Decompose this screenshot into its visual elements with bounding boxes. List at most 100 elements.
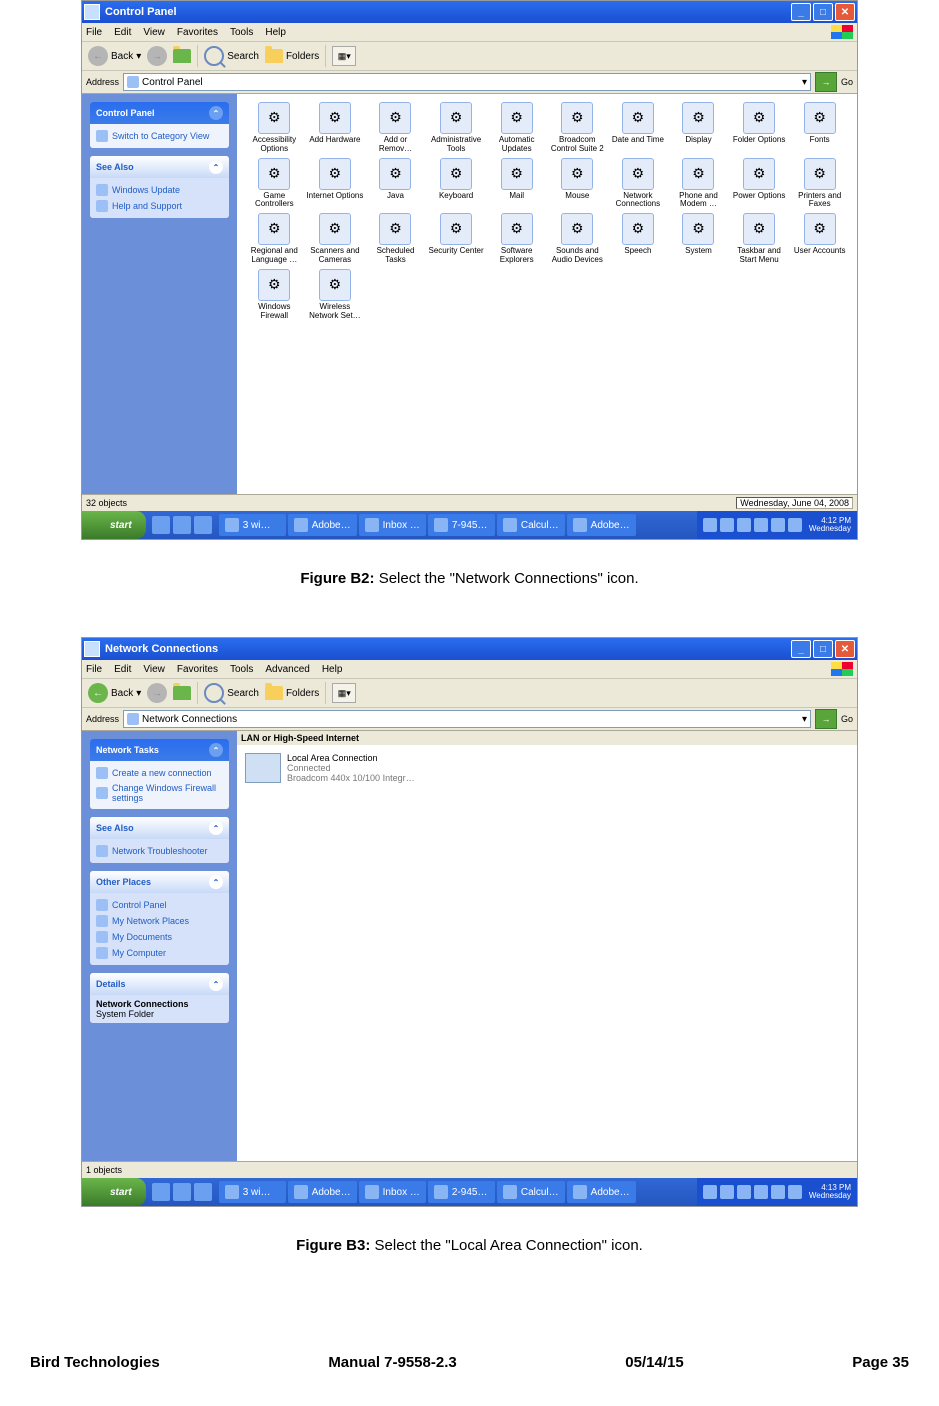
quicklaunch-icon[interactable] xyxy=(173,1183,191,1201)
quicklaunch-icon[interactable] xyxy=(173,516,191,534)
cpl-item[interactable]: ⚙Internet Options xyxy=(306,158,365,210)
address-input[interactable]: Control Panel▾ xyxy=(123,73,811,91)
taskbar-task[interactable]: Calcul… xyxy=(497,514,565,536)
cpl-item[interactable]: ⚙Mail xyxy=(487,158,546,210)
cpl-item[interactable]: ⚙Printers and Faxes xyxy=(790,158,849,210)
menu-help[interactable]: Help xyxy=(265,27,286,38)
menu-edit[interactable]: Edit xyxy=(114,664,131,675)
tray-icon[interactable] xyxy=(788,518,802,532)
folders-button[interactable]: Folders xyxy=(265,686,319,700)
tray-icon[interactable] xyxy=(754,518,768,532)
clock[interactable]: 4:12 PMWednesday xyxy=(809,517,851,533)
search-button[interactable]: Search xyxy=(204,46,259,66)
menu-advanced[interactable]: Advanced xyxy=(265,664,309,675)
up-button[interactable] xyxy=(173,686,191,700)
cpl-item[interactable]: ⚙System xyxy=(669,213,728,265)
quicklaunch-icon[interactable] xyxy=(194,516,212,534)
cpl-item[interactable]: ⚙Add or Remov… xyxy=(366,102,425,154)
back-button[interactable]: ←Back ▾ xyxy=(88,683,141,703)
collapse-icon[interactable]: ⌃ xyxy=(209,875,223,889)
forward-button[interactable]: → xyxy=(147,46,167,66)
tray-icon[interactable] xyxy=(703,518,717,532)
cpl-item[interactable]: ⚙Folder Options xyxy=(730,102,789,154)
cpl-item[interactable]: ⚙Fonts xyxy=(790,102,849,154)
clock[interactable]: 4:13 PMWednesday xyxy=(809,1184,851,1200)
link-create-connection[interactable]: Create a new connection xyxy=(96,765,223,781)
cpl-item[interactable]: ⚙Broadcom Control Suite 2 xyxy=(548,102,607,154)
cpl-item[interactable]: ⚙Keyboard xyxy=(427,158,486,210)
collapse-icon[interactable]: ⌃ xyxy=(209,977,223,991)
cpl-item[interactable]: ⚙Regional and Language … xyxy=(245,213,304,265)
start-button[interactable]: start xyxy=(82,511,146,539)
taskbar-task[interactable]: 3 wi… xyxy=(219,514,286,536)
cpl-item[interactable]: ⚙Game Controllers xyxy=(245,158,304,210)
forward-button[interactable]: → xyxy=(147,683,167,703)
titlebar[interactable]: Network Connections _ □ ✕ xyxy=(82,638,857,660)
cpl-item[interactable]: ⚙Windows Firewall xyxy=(245,269,304,321)
menu-help[interactable]: Help xyxy=(322,664,343,675)
tray-icon[interactable] xyxy=(771,1185,785,1199)
tray-icon[interactable] xyxy=(737,1185,751,1199)
link-switch-view[interactable]: Switch to Category View xyxy=(96,128,223,144)
taskbar-task[interactable]: 2-945… xyxy=(428,1181,495,1203)
address-input[interactable]: Network Connections▾ xyxy=(123,710,811,728)
taskbar-task[interactable]: 3 wi… xyxy=(219,1181,286,1203)
cpl-item[interactable]: ⚙Speech xyxy=(609,213,668,265)
cpl-item[interactable]: ⚙Java xyxy=(366,158,425,210)
link-control-panel[interactable]: Control Panel xyxy=(96,897,223,913)
menu-edit[interactable]: Edit xyxy=(114,27,131,38)
link-network-places[interactable]: My Network Places xyxy=(96,913,223,929)
cpl-item[interactable]: ⚙Date and Time xyxy=(609,102,668,154)
link-my-computer[interactable]: My Computer xyxy=(96,945,223,961)
cpl-item[interactable]: ⚙Phone and Modem … xyxy=(669,158,728,210)
cpl-item[interactable]: ⚙Automatic Updates xyxy=(487,102,546,154)
tray-icon[interactable] xyxy=(720,1185,734,1199)
close-button[interactable]: ✕ xyxy=(835,3,855,21)
cpl-item[interactable]: ⚙Security Center xyxy=(427,213,486,265)
maximize-button[interactable]: □ xyxy=(813,640,833,658)
tray-icon[interactable] xyxy=(788,1185,802,1199)
taskbar-task[interactable]: Adobe… xyxy=(567,514,636,536)
close-button[interactable]: ✕ xyxy=(835,640,855,658)
menu-favorites[interactable]: Favorites xyxy=(177,664,218,675)
link-troubleshooter[interactable]: Network Troubleshooter xyxy=(96,843,223,859)
cpl-item[interactable]: ⚙User Accounts xyxy=(790,213,849,265)
taskbar-task[interactable]: Adobe… xyxy=(288,514,357,536)
taskbar-task[interactable]: Adobe… xyxy=(567,1181,636,1203)
views-button[interactable]: ▦▾ xyxy=(332,683,356,703)
titlebar[interactable]: Control Panel _ □ ✕ xyxy=(82,1,857,23)
cpl-item[interactable]: ⚙Power Options xyxy=(730,158,789,210)
cpl-item[interactable]: ⚙Administrative Tools xyxy=(427,102,486,154)
tray-icon[interactable] xyxy=(703,1185,717,1199)
menu-favorites[interactable]: Favorites xyxy=(177,27,218,38)
collapse-icon[interactable]: ⌃ xyxy=(209,743,223,757)
start-button[interactable]: start xyxy=(82,1178,146,1206)
cpl-item[interactable]: ⚙Scheduled Tasks xyxy=(366,213,425,265)
cpl-item[interactable]: ⚙Accessibility Options xyxy=(245,102,304,154)
collapse-icon[interactable]: ⌃ xyxy=(209,160,223,174)
cpl-item[interactable]: ⚙Display xyxy=(669,102,728,154)
collapse-icon[interactable]: ⌃ xyxy=(209,821,223,835)
search-button[interactable]: Search xyxy=(204,683,259,703)
tray-icon[interactable] xyxy=(754,1185,768,1199)
cpl-item[interactable]: ⚙Taskbar and Start Menu xyxy=(730,213,789,265)
tray-icon[interactable] xyxy=(771,518,785,532)
cpl-item[interactable]: ⚙Scanners and Cameras xyxy=(306,213,365,265)
minimize-button[interactable]: _ xyxy=(791,640,811,658)
folders-button[interactable]: Folders xyxy=(265,49,319,63)
menu-tools[interactable]: Tools xyxy=(230,664,253,675)
menu-file[interactable]: File xyxy=(86,664,102,675)
collapse-icon[interactable]: ⌃ xyxy=(209,106,223,120)
tray-icon[interactable] xyxy=(737,518,751,532)
cpl-item[interactable]: ⚙Mouse xyxy=(548,158,607,210)
taskbar-task[interactable]: 7-945… xyxy=(428,514,495,536)
cpl-item[interactable]: ⚙Add Hardware xyxy=(306,102,365,154)
menu-file[interactable]: File xyxy=(86,27,102,38)
quicklaunch-icon[interactable] xyxy=(152,516,170,534)
link-windows-update[interactable]: Windows Update xyxy=(96,182,223,198)
connection-item[interactable]: Local Area ConnectionConnectedBroadcom 4… xyxy=(237,745,857,791)
maximize-button[interactable]: □ xyxy=(813,3,833,21)
quicklaunch-icon[interactable] xyxy=(152,1183,170,1201)
cpl-item[interactable]: ⚙Wireless Network Set… xyxy=(306,269,365,321)
link-firewall-settings[interactable]: Change Windows Firewall settings xyxy=(96,781,223,805)
